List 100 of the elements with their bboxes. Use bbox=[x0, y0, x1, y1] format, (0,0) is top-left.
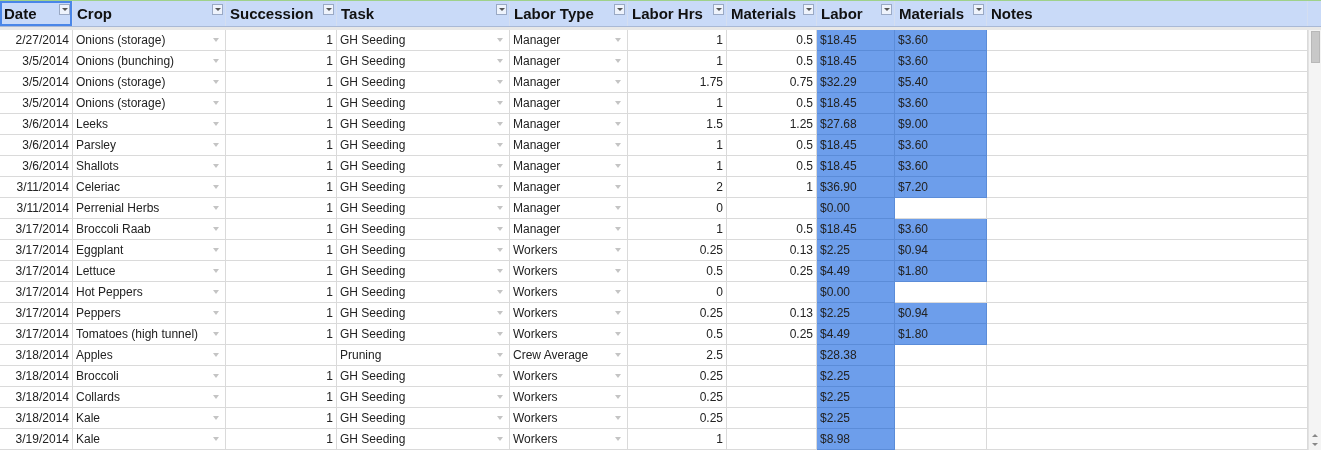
dropdown-arrow-icon[interactable] bbox=[497, 38, 503, 42]
filter-button[interactable] bbox=[713, 4, 724, 15]
filter-button[interactable] bbox=[496, 4, 507, 15]
table-cell: $3.60 bbox=[895, 219, 987, 240]
table-cell: 1 bbox=[226, 177, 337, 198]
dropdown-arrow-icon[interactable] bbox=[497, 269, 503, 273]
dropdown-arrow-icon[interactable] bbox=[497, 227, 503, 231]
dropdown-arrow-icon[interactable] bbox=[213, 416, 219, 420]
table-cell: $3.60 bbox=[895, 30, 987, 51]
dropdown-arrow-icon[interactable] bbox=[497, 206, 503, 210]
dropdown-arrow-icon[interactable] bbox=[497, 332, 503, 336]
dropdown-arrow-icon[interactable] bbox=[615, 206, 621, 210]
table-cell: 1 bbox=[226, 219, 337, 240]
dropdown-arrow-icon[interactable] bbox=[615, 80, 621, 84]
dropdown-arrow-icon[interactable] bbox=[615, 353, 621, 357]
dropdown-arrow-icon[interactable] bbox=[497, 248, 503, 252]
dropdown-arrow-icon[interactable] bbox=[497, 374, 503, 378]
table-cell: GH Seeding bbox=[340, 243, 406, 257]
dropdown-arrow-icon[interactable] bbox=[615, 185, 621, 189]
table-cell: Workers bbox=[513, 390, 558, 404]
dropdown-arrow-icon[interactable] bbox=[213, 311, 219, 315]
dropdown-arrow-icon[interactable] bbox=[213, 185, 219, 189]
dropdown-arrow-icon[interactable] bbox=[497, 353, 503, 357]
table-cell: $4.49 bbox=[817, 324, 895, 345]
table-cell: Workers bbox=[513, 264, 558, 278]
table-cell: Workers bbox=[513, 411, 558, 425]
dropdown-arrow-icon[interactable] bbox=[497, 143, 503, 147]
dropdown-arrow-icon[interactable] bbox=[497, 80, 503, 84]
table-cell: GH Seeding bbox=[340, 117, 406, 131]
dropdown-arrow-icon[interactable] bbox=[213, 269, 219, 273]
table-cell: 1 bbox=[226, 282, 337, 303]
table-cell: 3/11/2014 bbox=[0, 177, 73, 198]
table-cell: $3.60 bbox=[895, 93, 987, 114]
dropdown-arrow-icon[interactable] bbox=[615, 395, 621, 399]
dropdown-arrow-icon[interactable] bbox=[497, 101, 503, 105]
dropdown-arrow-icon[interactable] bbox=[213, 59, 219, 63]
dropdown-arrow-icon[interactable] bbox=[213, 164, 219, 168]
table-cell: $2.25 bbox=[817, 387, 895, 408]
table-cell: 3/18/2014 bbox=[0, 366, 73, 387]
dropdown-arrow-icon[interactable] bbox=[213, 122, 219, 126]
dropdown-arrow-icon[interactable] bbox=[615, 374, 621, 378]
dropdown-arrow-icon[interactable] bbox=[213, 80, 219, 84]
dropdown-arrow-icon[interactable] bbox=[213, 395, 219, 399]
table-cell: 3/18/2014 bbox=[0, 345, 73, 366]
table-cell: $4.49 bbox=[817, 261, 895, 282]
dropdown-arrow-icon[interactable] bbox=[615, 248, 621, 252]
table-cell: Parsley bbox=[76, 138, 116, 152]
table-cell: Onions (storage) bbox=[76, 75, 166, 89]
dropdown-arrow-icon[interactable] bbox=[497, 164, 503, 168]
table-cell: Broccoli Raab bbox=[76, 222, 151, 236]
dropdown-arrow-icon[interactable] bbox=[213, 374, 219, 378]
dropdown-arrow-icon[interactable] bbox=[497, 290, 503, 294]
filter-button[interactable] bbox=[212, 4, 223, 15]
dropdown-arrow-icon[interactable] bbox=[497, 59, 503, 63]
dropdown-arrow-icon[interactable] bbox=[497, 185, 503, 189]
dropdown-arrow-icon[interactable] bbox=[497, 311, 503, 315]
dropdown-arrow-icon[interactable] bbox=[213, 206, 219, 210]
table-cell: $18.45 bbox=[817, 219, 895, 240]
dropdown-arrow-icon[interactable] bbox=[615, 290, 621, 294]
column-header: Labor Hrs bbox=[632, 5, 703, 22]
filter-button[interactable] bbox=[323, 4, 334, 15]
dropdown-arrow-icon[interactable] bbox=[213, 332, 219, 336]
dropdown-arrow-icon[interactable] bbox=[497, 122, 503, 126]
dropdown-arrow-icon[interactable] bbox=[615, 269, 621, 273]
dropdown-arrow-icon[interactable] bbox=[497, 437, 503, 441]
dropdown-arrow-icon[interactable] bbox=[497, 395, 503, 399]
table-cell: 2.5 bbox=[628, 345, 727, 366]
dropdown-arrow-icon[interactable] bbox=[213, 101, 219, 105]
table-cell: Lettuce bbox=[76, 264, 116, 278]
dropdown-arrow-icon[interactable] bbox=[615, 122, 621, 126]
dropdown-arrow-icon[interactable] bbox=[213, 437, 219, 441]
dropdown-arrow-icon[interactable] bbox=[213, 290, 219, 294]
table-cell: Manager bbox=[513, 117, 561, 131]
filter-button[interactable] bbox=[973, 4, 984, 15]
dropdown-arrow-icon[interactable] bbox=[615, 416, 621, 420]
dropdown-arrow-icon[interactable] bbox=[615, 38, 621, 42]
dropdown-arrow-icon[interactable] bbox=[615, 59, 621, 63]
dropdown-arrow-icon[interactable] bbox=[615, 437, 621, 441]
dropdown-arrow-icon[interactable] bbox=[213, 143, 219, 147]
filter-button[interactable] bbox=[59, 4, 70, 15]
dropdown-arrow-icon[interactable] bbox=[213, 38, 219, 42]
dropdown-arrow-icon[interactable] bbox=[497, 416, 503, 420]
dropdown-arrow-icon[interactable] bbox=[615, 143, 621, 147]
table-cell: Manager bbox=[513, 180, 561, 194]
filter-button[interactable] bbox=[614, 4, 625, 15]
filter-button[interactable] bbox=[803, 4, 814, 15]
filter-button[interactable] bbox=[881, 4, 892, 15]
dropdown-arrow-icon[interactable] bbox=[213, 248, 219, 252]
dropdown-arrow-icon[interactable] bbox=[213, 353, 219, 357]
table-cell: $2.25 bbox=[817, 408, 895, 429]
scrollbar[interactable] bbox=[1308, 30, 1321, 450]
table-cell: 1.75 bbox=[628, 72, 727, 93]
dropdown-arrow-icon[interactable] bbox=[615, 227, 621, 231]
table-cell: 3/5/2014 bbox=[0, 93, 73, 114]
dropdown-arrow-icon[interactable] bbox=[615, 311, 621, 315]
dropdown-arrow-icon[interactable] bbox=[213, 227, 219, 231]
table-cell: 1 bbox=[628, 30, 727, 51]
dropdown-arrow-icon[interactable] bbox=[615, 164, 621, 168]
dropdown-arrow-icon[interactable] bbox=[615, 332, 621, 336]
dropdown-arrow-icon[interactable] bbox=[615, 101, 621, 105]
